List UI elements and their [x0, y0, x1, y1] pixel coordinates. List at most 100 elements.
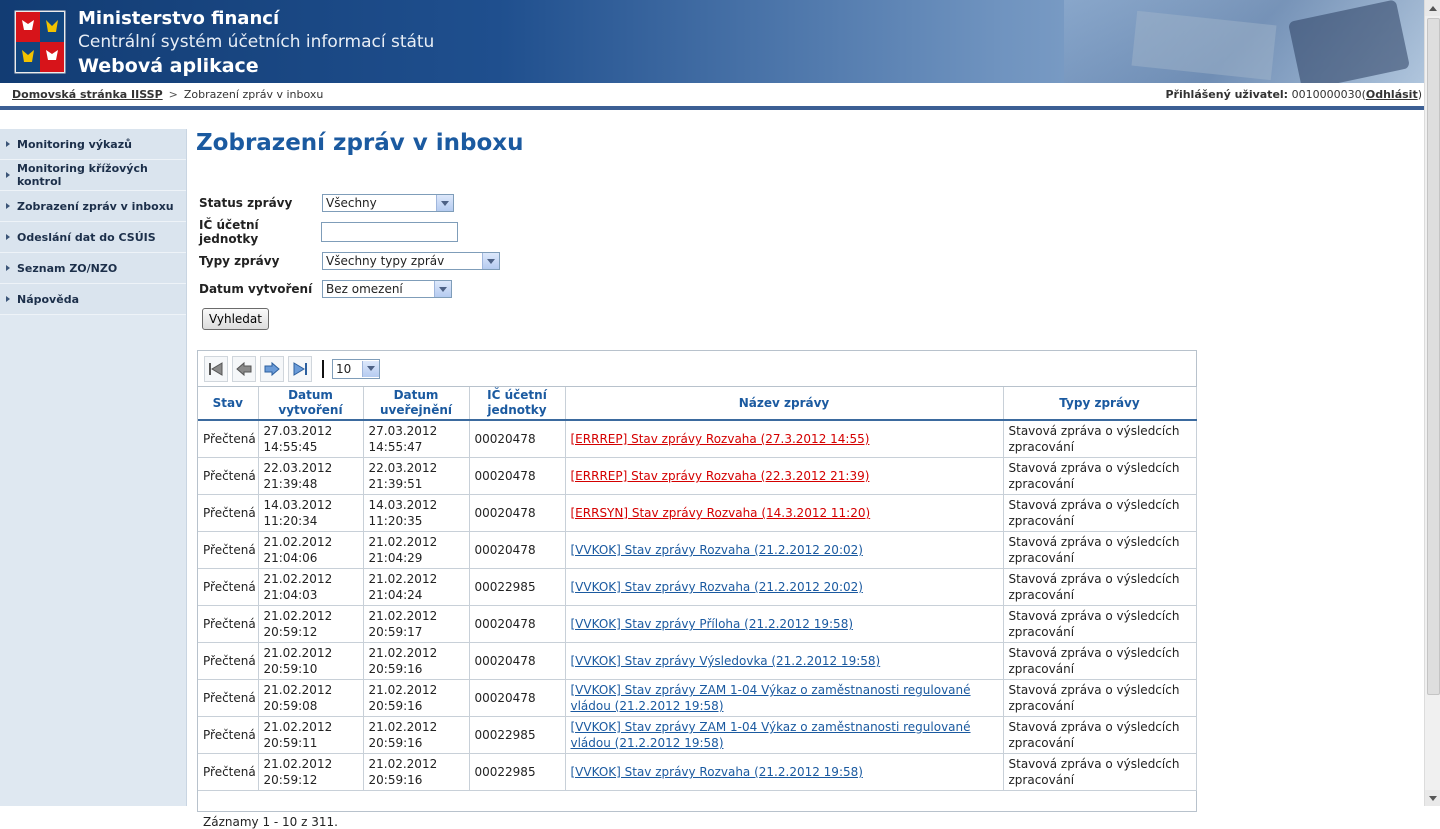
sidebar-item-napoveda[interactable]: Nápověda — [0, 284, 186, 315]
breadcrumb-current: Zobrazení zpráv v inboxu — [183, 88, 324, 101]
scroll-down-icon[interactable] — [1425, 790, 1440, 806]
breadcrumb: Domovská stránka IISSP > Zobrazení zpráv v… — [12, 88, 323, 101]
cell-created: 21.02.2012 20:59:12 — [258, 753, 364, 791]
cell-ic: 00020478 — [469, 642, 566, 680]
cell-name: [VVKOK] Stav zprávy ZAM 1-04 Výkaz o zam… — [565, 679, 1004, 717]
cell-ic: 00022985 — [469, 753, 566, 791]
cell-name: [VVKOK] Stav zprávy Příloha (21.2.2012 1… — [565, 605, 1004, 643]
type-label: Typy zprávy — [199, 254, 280, 268]
cell-type: Stavová zpráva o výsledcích zpracování — [1003, 457, 1197, 495]
cell-stav: Přečtená — [198, 420, 259, 458]
date-label: Datum vytvoření — [199, 282, 313, 296]
message-link[interactable]: [VVKOK] Stav zprávy ZAM 1-04 Výkaz o zam… — [571, 683, 971, 713]
col-header-type[interactable]: Typy zprávy — [1003, 387, 1197, 421]
status-select-value: Všechny — [326, 196, 377, 210]
ic-row: IČ účetní jednotky — [199, 218, 458, 246]
cell-ic: 00020478 — [469, 457, 566, 495]
cell-type: Stavová zpráva o výsledcích zpracování — [1003, 420, 1197, 458]
status-select[interactable]: Všechny — [322, 194, 454, 212]
message-link[interactable]: [ERRREP] Stav zprávy Rozvaha (22.3.2012 … — [571, 469, 870, 483]
page-size-select[interactable]: 10 — [332, 358, 380, 379]
arrow-right-icon — [264, 361, 280, 376]
cell-type: Stavová zpráva o výsledcích zpracování — [1003, 716, 1197, 754]
last-page-button[interactable] — [288, 355, 312, 382]
cell-published: 27.03.2012 14:55:47 — [363, 420, 470, 458]
col-header-stav[interactable]: Stav — [198, 387, 259, 421]
message-link[interactable]: [ERRREP] Stav zprávy Rozvaha (27.3.2012 … — [571, 432, 870, 446]
sidebar-item-zobrazeni-zprav[interactable]: Zobrazení zpráv v inboxu — [0, 191, 186, 222]
cell-ic: 00020478 — [469, 531, 566, 569]
status-label: Status zprávy — [199, 196, 293, 210]
cell-stav: Přečtená — [198, 716, 259, 754]
cell-type: Stavová zpráva o výsledcích zpracování — [1003, 494, 1197, 532]
cell-stav: Přečtená — [198, 753, 259, 791]
scroll-up-icon[interactable] — [1425, 0, 1440, 16]
table-row: Přečtená 27.03.2012 14:55:45 27.03.2012 14:5… — [198, 420, 1197, 458]
scrollbar-thumb[interactable] — [1427, 18, 1440, 695]
message-link[interactable]: [VVKOK] Stav zprávy Příloha (21.2.2012 1… — [571, 617, 854, 631]
first-page-button[interactable] — [204, 355, 228, 382]
cell-created: 27.03.2012 14:55:45 — [258, 420, 364, 458]
messages-table: Stav Datum vytvoření Datum uveřejnění IČ ú… — [198, 387, 1197, 791]
bullet-arrow-icon — [6, 141, 10, 147]
sidebar-item-monitoring-krizovych-kontrol[interactable]: Monitoring křížových kontrol — [0, 160, 186, 191]
cell-stav: Přečtená — [198, 642, 259, 680]
cell-name: [ERRREP] Stav zprávy Rozvaha (22.3.2012 … — [565, 457, 1004, 495]
message-link[interactable]: [VVKOK] Stav zprávy Rozvaha (21.2.2012 2… — [571, 580, 863, 594]
sidebar-item-odeslani-dat[interactable]: Odeslání dat do CSÚIS — [0, 222, 186, 253]
sidebar-item-label: Zobrazení zpráv v inboxu — [17, 199, 174, 213]
sidebar-item-label: Seznam ZO/NZO — [17, 261, 118, 275]
type-select[interactable]: Všechny typy zpráv — [322, 252, 500, 270]
col-header-name[interactable]: Název zprávy — [565, 387, 1004, 421]
bullet-arrow-icon — [6, 234, 10, 240]
calculator-image — [1287, 0, 1411, 83]
search-button[interactable]: Vyhledat — [202, 308, 269, 330]
ic-input[interactable] — [321, 222, 458, 242]
cell-stav: Přečtená — [198, 457, 259, 495]
cell-type: Stavová zpráva o výsledcích zpracování — [1003, 642, 1197, 680]
bullet-arrow-icon — [6, 265, 10, 271]
message-link[interactable]: [VVKOK] Stav zprávy Rozvaha (21.2.2012 2… — [571, 543, 863, 557]
prev-page-button[interactable] — [232, 355, 256, 382]
cell-type: Stavová zpráva o výsledcích zpracování — [1003, 753, 1197, 791]
cell-published: 21.02.2012 21:04:24 — [363, 568, 470, 606]
cell-created: 21.02.2012 20:59:11 — [258, 716, 364, 754]
table-row: Přečtená 21.02.2012 21:04:03 21.02.2012 21:0… — [198, 568, 1197, 606]
sidebar-item-label: Monitoring výkazů — [17, 137, 132, 151]
next-page-button[interactable] — [260, 355, 284, 382]
cell-ic: 00020478 — [469, 679, 566, 717]
cell-published: 14.03.2012 11:20:35 — [363, 494, 470, 532]
logout-link[interactable]: Odhlásit — [1366, 88, 1418, 101]
sidebar-item-seznam-zo-nzo[interactable]: Seznam ZO/NZO — [0, 253, 186, 284]
cell-name: [VVKOK] Stav zprávy Rozvaha (21.2.2012 1… — [565, 753, 1004, 791]
bullet-arrow-icon — [6, 296, 10, 302]
cell-name: [VVKOK] Stav zprávy Rozvaha (21.2.2012 2… — [565, 568, 1004, 606]
table-header-row: Stav Datum vytvoření Datum uveřejnění IČ ú… — [198, 387, 1197, 421]
date-select[interactable]: Bez omezení — [322, 280, 452, 298]
breadcrumb-home-link[interactable]: Domovská stránka IISSP — [12, 88, 163, 101]
sidebar-item-monitoring-vykazu[interactable]: Monitoring výkazů — [0, 129, 186, 160]
cell-published: 21.02.2012 20:59:16 — [363, 679, 470, 717]
cell-published: 21.02.2012 20:59:16 — [363, 753, 470, 791]
cell-type: Stavová zpráva o výsledcích zpracování — [1003, 679, 1197, 717]
message-link[interactable]: [ERRSYN] Stav zprávy Rozvaha (14.3.2012 … — [571, 506, 871, 520]
message-link[interactable]: [VVKOK] Stav zprávy ZAM 1-04 Výkaz o zam… — [571, 720, 971, 750]
vertical-scrollbar[interactable] — [1424, 0, 1440, 806]
message-link[interactable]: [VVKOK] Stav zprávy Rozvaha (21.2.2012 1… — [571, 765, 863, 779]
cell-published: 21.02.2012 20:59:17 — [363, 605, 470, 643]
col-header-ic[interactable]: IČ účetní jednotky — [469, 387, 566, 421]
cell-created: 14.03.2012 11:20:34 — [258, 494, 364, 532]
col-header-created[interactable]: Datum vytvoření — [258, 387, 364, 421]
bullet-arrow-icon — [6, 172, 10, 178]
page-size-value: 10 — [336, 361, 352, 376]
message-link[interactable]: [VVKOK] Stav zprávy Výsledovka (21.2.201… — [571, 654, 881, 668]
date-row: Datum vytvoření Bez omezení — [199, 278, 452, 300]
records-count: Záznamy 1 - 10 z 311. — [203, 815, 338, 829]
chevron-down-icon — [362, 360, 379, 377]
sidebar-item-label: Odeslání dat do CSÚIS — [17, 230, 156, 244]
col-header-published[interactable]: Datum uveřejnění — [363, 387, 470, 421]
header-decoration — [1064, 0, 1424, 83]
cell-created: 21.02.2012 21:04:06 — [258, 531, 364, 569]
cell-created: 21.02.2012 20:59:10 — [258, 642, 364, 680]
pager-separator — [322, 359, 324, 378]
